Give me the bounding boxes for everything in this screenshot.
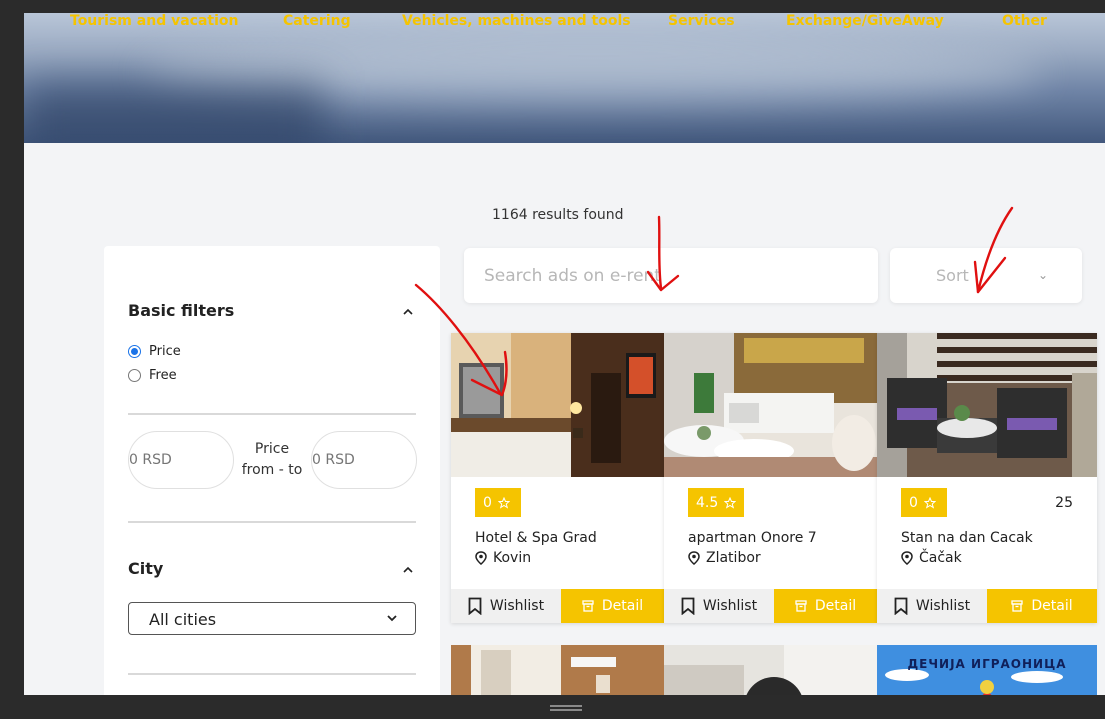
listing-photo[interactable] (451, 645, 664, 695)
nav-catering[interactable]: Catering (283, 13, 351, 29)
category-nav: Tourism and vacation Catering Vehicles, … (24, 13, 1105, 33)
listing-card[interactable]: 4.5 apartman Onore 7 Zlatibor Wishlist D… (664, 333, 877, 623)
price-to-input[interactable] (311, 431, 417, 489)
listing-photo[interactable] (664, 333, 877, 477)
star-icon (923, 496, 936, 509)
listing-location: Kovin (475, 550, 531, 566)
wishlist-button[interactable]: Wishlist (877, 589, 987, 623)
detail-label: Detail (814, 598, 857, 614)
bottom-resize-bar (0, 695, 1105, 719)
listing-card[interactable]: 0 25 Stan na dan Cacak Čačak Wishlist De… (877, 333, 1097, 623)
listing-count: 25 (1055, 495, 1073, 511)
archive-icon (582, 600, 594, 612)
detail-button[interactable]: Detail (774, 589, 877, 623)
archive-icon (1011, 600, 1024, 612)
detail-button[interactable]: Detail (987, 589, 1097, 623)
listing-location-label: Čačak (919, 550, 962, 566)
bookmark-icon (894, 597, 908, 615)
listing-title: apartman Onore 7 (688, 530, 817, 546)
listing-photo[interactable] (877, 333, 1097, 477)
listing-location-label: Kovin (493, 550, 532, 566)
rating-badge: 4.5 (688, 488, 745, 517)
chevron-up-icon[interactable] (402, 306, 414, 318)
listing-title: Stan na dan Cacak (901, 530, 1033, 546)
nav-services[interactable]: Services (668, 13, 735, 29)
sort-label: Sort (936, 266, 969, 285)
rating-value: 0 (483, 494, 492, 511)
nav-vehicles-machines-tools[interactable]: Vehicles, machines and tools (402, 13, 631, 29)
detail-button[interactable]: Detail (561, 589, 664, 623)
wishlist-label: Wishlist (915, 598, 971, 614)
city-title: City (128, 559, 164, 578)
radio-price-label: Price (149, 344, 181, 359)
chevron-down-icon (387, 615, 397, 622)
price-label-line1: Price (254, 441, 290, 457)
map-pin-icon (688, 551, 700, 565)
nav-tourism-and-vacation[interactable]: Tourism and vacation (70, 13, 238, 29)
nav-other[interactable]: Other (1002, 13, 1047, 29)
price-range-label: Price from - to (236, 439, 308, 481)
listing-card[interactable] (664, 645, 877, 695)
rating-badge: 0 (901, 488, 947, 517)
resize-handle-icon[interactable] (550, 705, 582, 711)
rating-badge: 0 (475, 488, 521, 517)
rating-value: 0 (909, 494, 918, 511)
sort-dropdown[interactable]: Sort ⌄ (890, 248, 1082, 303)
listing-photo[interactable] (664, 645, 877, 695)
listing-card[interactable]: 0 Hotel & Spa Grad Kovin Wishlist Detail (451, 333, 664, 623)
divider (128, 521, 416, 523)
archive-icon (795, 600, 807, 612)
map-pin-icon (901, 551, 913, 565)
radio-price[interactable]: Price (128, 344, 181, 359)
wishlist-button[interactable]: Wishlist (451, 589, 561, 623)
chevron-up-icon[interactable] (402, 564, 414, 576)
detail-label: Detail (601, 598, 644, 614)
radio-button-selected[interactable] (128, 345, 141, 358)
wishlist-label: Wishlist (489, 598, 545, 614)
wishlist-button[interactable]: Wishlist (664, 589, 774, 623)
price-label-line2: from - to (241, 462, 303, 478)
detail-label: Detail (1031, 598, 1073, 614)
city-select-value: All cities (149, 610, 217, 629)
listing-location: Zlatibor (688, 550, 761, 566)
radio-button[interactable] (128, 369, 141, 382)
banner-text: ДЕЧИЈА ИГРАОНИЦА (907, 657, 1067, 671)
listing-location-label: Zlatibor (706, 550, 761, 566)
divider (128, 673, 416, 675)
browser-viewport: Tourism and vacation Catering Vehicles, … (0, 0, 1105, 719)
search-input[interactable] (464, 248, 878, 303)
listing-card[interactable]: ДЕЧИЈА ИГРАОНИЦА (877, 645, 1097, 695)
city-select[interactable]: All cities (128, 602, 416, 635)
filters-sidebar: Basic filters Price Free Price from - to… (104, 246, 440, 695)
price-from-input[interactable] (128, 431, 234, 489)
nav-exchange-giveaway[interactable]: Exchange/GiveAway (786, 13, 944, 29)
results-count: 1164 results found (492, 207, 624, 223)
page: Tourism and vacation Catering Vehicles, … (24, 13, 1105, 695)
wishlist-label: Wishlist (702, 598, 758, 614)
map-pin-icon (475, 551, 487, 565)
star-icon (497, 496, 510, 509)
basic-filters-title: Basic filters (128, 301, 235, 320)
divider (128, 413, 416, 415)
star-icon (724, 496, 737, 509)
bookmark-icon (681, 597, 695, 615)
hero-banner: Tourism and vacation Catering Vehicles, … (24, 13, 1105, 143)
listing-location: Čačak (901, 550, 962, 566)
radio-free[interactable]: Free (128, 368, 177, 383)
listing-title: Hotel & Spa Grad (475, 530, 597, 546)
listing-card[interactable] (451, 645, 664, 695)
rating-value: 4.5 (696, 494, 719, 511)
bookmark-icon (468, 597, 482, 615)
radio-free-label: Free (149, 368, 177, 383)
listing-photo[interactable] (451, 333, 664, 477)
chevron-down-icon: ⌄ (1038, 268, 1049, 282)
